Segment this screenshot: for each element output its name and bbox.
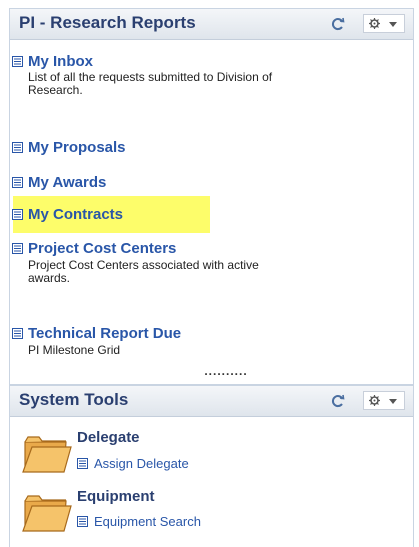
gear-icon xyxy=(369,395,380,406)
system-tools-header: System Tools xyxy=(10,386,413,417)
technical-report-due-description: PI Milestone Grid xyxy=(28,343,121,357)
my-inbox-label[interactable]: My Inbox xyxy=(28,53,93,70)
chevron-down-icon xyxy=(389,399,397,404)
list-icon xyxy=(77,458,88,469)
list-icon xyxy=(12,209,23,220)
system-tools-title: System Tools xyxy=(19,390,129,409)
list-icon xyxy=(77,516,88,527)
panel-options-button[interactable] xyxy=(363,14,405,33)
list-icon xyxy=(12,328,23,339)
list-icon xyxy=(12,177,23,188)
list-icon xyxy=(12,142,23,153)
technical-report-due-label[interactable]: Technical Report Due xyxy=(28,325,181,342)
my-contracts-label[interactable]: My Contracts xyxy=(28,206,123,223)
equipment-folder-title[interactable]: Equipment xyxy=(77,488,155,505)
gear-icon xyxy=(369,18,380,29)
project-cost-centers-label[interactable]: Project Cost Centers xyxy=(28,240,176,257)
panel-options-button[interactable] xyxy=(363,391,405,410)
my-awards-label[interactable]: My Awards xyxy=(28,174,106,191)
chevron-down-icon xyxy=(389,22,397,27)
project-cost-centers-description-line-1: Project Cost Centers associated with act… xyxy=(28,258,259,272)
list-icon xyxy=(12,243,23,254)
pagelet-separator: .......... xyxy=(204,364,248,378)
project-cost-centers-description-line-2: awards. xyxy=(28,271,71,285)
folder-icon xyxy=(22,436,72,473)
folder-icon xyxy=(22,495,72,532)
refresh-icon[interactable] xyxy=(331,394,345,408)
research-reports-title: PI - Research Reports xyxy=(19,13,196,32)
list-icon xyxy=(12,56,23,67)
my-inbox-description-line-2: Research. xyxy=(28,83,83,97)
delegate-folder-title[interactable]: Delegate xyxy=(77,429,140,446)
assign-delegate-label[interactable]: Assign Delegate xyxy=(94,456,189,471)
equipment-search-label[interactable]: Equipment Search xyxy=(94,514,201,529)
my-proposals-label[interactable]: My Proposals xyxy=(28,139,126,156)
my-inbox-description-line-1: List of all the requests submitted to Di… xyxy=(28,70,273,84)
refresh-icon[interactable] xyxy=(331,17,345,31)
research-reports-header: PI - Research Reports xyxy=(10,9,413,40)
